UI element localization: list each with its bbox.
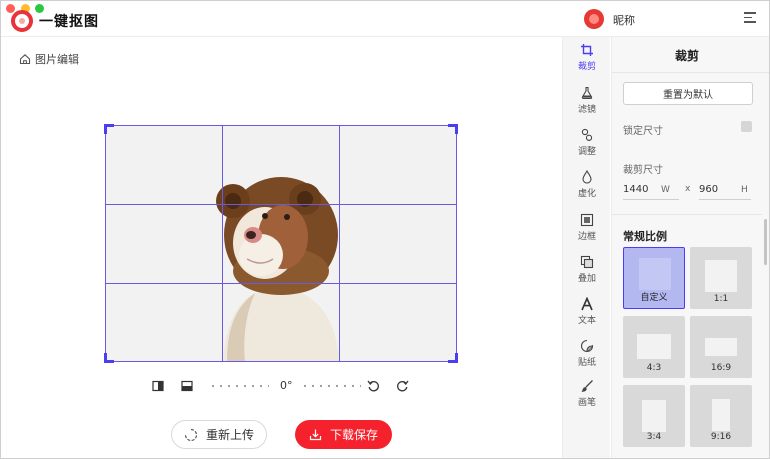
ratio-preview — [705, 260, 737, 292]
flip-vertical-icon[interactable] — [181, 379, 193, 393]
tool-adjust[interactable]: 调整 — [563, 128, 611, 157]
breadcrumb[interactable]: 图片编辑 — [19, 51, 79, 67]
crop-panel: 裁剪 重置为默认 锁定尺寸 裁剪尺寸 W x H 常规比例 自定义 1:1 4:… — [611, 37, 769, 458]
reupload-button[interactable]: 重新上传 — [171, 420, 267, 449]
ratio-option-16-9[interactable]: 16:9 — [690, 316, 752, 378]
rotate-right-icon[interactable] — [396, 379, 409, 392]
blur-drop-icon — [582, 170, 592, 184]
adjust-circles-icon — [581, 128, 593, 141]
crop-frame — [105, 125, 457, 362]
close-window-dot[interactable] — [6, 4, 15, 13]
ratio-option-4-3[interactable]: 4:3 — [623, 316, 685, 378]
crop-size-label: 裁剪尺寸 — [623, 165, 663, 176]
ratio-preview — [639, 258, 671, 290]
home-icon — [19, 54, 31, 65]
lock-size-checkbox[interactable] — [741, 121, 752, 132]
app-window: 一键抠图 昵称 图片编辑 0° 重新上传 下载保存 裁剪 滤镜 调整 虚化 边框… — [0, 0, 770, 459]
tool-sticker[interactable]: 贴纸 — [563, 339, 611, 368]
text-a-icon — [581, 297, 593, 311]
ratio-option-3-4[interactable]: 3:4 — [623, 385, 685, 447]
tool-filter[interactable]: 滤镜 — [563, 86, 611, 115]
tool-rail: 裁剪 滤镜 调整 虚化 边框 叠加 文本 贴纸 画笔 — [562, 37, 611, 458]
rotate-left-icon[interactable] — [367, 379, 380, 392]
sticker-icon — [580, 339, 594, 353]
crop-handle-bottom-right[interactable] — [448, 353, 458, 363]
ratio-option-9-16[interactable]: 9:16 — [690, 385, 752, 447]
tool-text[interactable]: 文本 — [563, 297, 611, 326]
crop-width-input[interactable] — [623, 180, 679, 200]
tool-brush[interactable]: 画笔 — [563, 379, 611, 408]
size-times-sign: x — [685, 184, 691, 194]
tool-overlay[interactable]: 叠加 — [563, 255, 611, 284]
ratio-preview — [637, 334, 671, 359]
rotation-angle: 0° — [280, 379, 293, 392]
divider — [612, 214, 762, 215]
crop-icon — [581, 44, 593, 56]
ratio-preview — [705, 338, 737, 356]
app-title: 一键抠图 — [39, 14, 99, 30]
tool-crop[interactable]: 裁剪 — [563, 43, 611, 72]
height-unit: H — [741, 185, 748, 195]
top-bar: 一键抠图 昵称 — [1, 1, 769, 37]
save-label: 下载保存 — [329, 428, 378, 442]
nickname-label[interactable]: 昵称 — [613, 12, 635, 28]
ratio-preview — [642, 400, 666, 432]
lock-size-label: 锁定尺寸 — [623, 126, 663, 137]
panel-scrollbar[interactable] — [764, 219, 767, 265]
overlay-layers-icon — [580, 255, 594, 269]
reupload-label: 重新上传 — [205, 428, 254, 442]
reset-default-button[interactable]: 重置为默认 — [623, 82, 753, 105]
avatar[interactable] — [584, 9, 604, 29]
tool-border[interactable]: 边框 — [563, 213, 611, 242]
panel-title: 裁剪 — [674, 49, 699, 63]
filter-flask-icon — [581, 86, 593, 100]
hamburger-menu-icon[interactable] — [744, 12, 756, 24]
crop-handle-bottom-left[interactable] — [104, 353, 114, 363]
ratio-section-title: 常规比例 — [623, 230, 667, 243]
flip-horizontal-icon[interactable] — [152, 379, 164, 393]
border-frame-icon — [580, 213, 594, 227]
tool-blur[interactable]: 虚化 — [563, 170, 611, 199]
breadcrumb-label: 图片编辑 — [35, 53, 79, 66]
download-icon — [309, 429, 322, 441]
crop-handle-top-left[interactable] — [104, 124, 114, 134]
app-logo-icon — [11, 10, 33, 32]
ratio-option-custom[interactable]: 自定义 — [623, 247, 685, 309]
divider — [612, 72, 769, 73]
refresh-icon — [184, 428, 198, 441]
rotation-slider-left[interactable] — [209, 385, 269, 387]
download-save-button[interactable]: 下载保存 — [295, 420, 392, 449]
ratio-option-1-1[interactable]: 1:1 — [690, 247, 752, 309]
width-unit: W — [661, 185, 670, 195]
brush-icon — [581, 380, 593, 392]
rotation-slider-right[interactable] — [301, 385, 361, 387]
ratio-preview — [712, 399, 730, 431]
crop-handle-top-right[interactable] — [448, 124, 458, 134]
